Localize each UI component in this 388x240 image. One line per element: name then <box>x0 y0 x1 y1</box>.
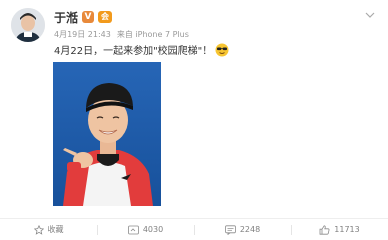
post-source: 来自 iPhone 7 Plus <box>116 30 189 39</box>
author-line: 于湉 V 会 <box>54 9 113 26</box>
star-icon <box>33 224 44 235</box>
comment-count: 2248 <box>239 225 261 234</box>
repost-icon <box>128 225 139 235</box>
comment-button[interactable]: 2248 <box>194 222 291 238</box>
sunglasses-emoji-icon <box>215 43 229 57</box>
post-date[interactable]: 4月19日 21:43 <box>54 29 111 40</box>
like-count: 11713 <box>334 225 360 234</box>
favorite-label: 收藏 <box>47 225 64 234</box>
favorite-button[interactable]: 收藏 <box>0 222 97 238</box>
verified-badge-icon: V <box>82 11 95 23</box>
weibo-post: 于湉 V 会 4月19日 21:43 来自 iPhone 7 Plus 4月22… <box>0 0 388 240</box>
post-photo[interactable] <box>53 62 161 206</box>
comment-icon <box>225 224 236 235</box>
repost-count: 4030 <box>142 225 164 234</box>
chevron-down-icon[interactable] <box>364 10 376 20</box>
action-bar: 收藏 4030 2248 11713 <box>0 218 388 240</box>
author-name[interactable]: 于湉 <box>54 9 78 26</box>
thumbs-up-icon <box>319 224 330 235</box>
like-button[interactable]: 11713 <box>291 222 388 238</box>
post-meta: 4月19日 21:43 来自 iPhone 7 Plus <box>54 29 189 40</box>
post-text-content: 4月22日，一起来参加"校园爬梯"！ <box>54 46 213 57</box>
repost-button[interactable]: 4030 <box>97 222 194 238</box>
post-photo-image <box>53 62 161 206</box>
vip-badge-icon: 会 <box>98 11 113 23</box>
avatar[interactable] <box>11 8 45 42</box>
avatar-image <box>11 8 45 42</box>
post-text: 4月22日，一起来参加"校园爬梯"！ <box>54 42 229 57</box>
